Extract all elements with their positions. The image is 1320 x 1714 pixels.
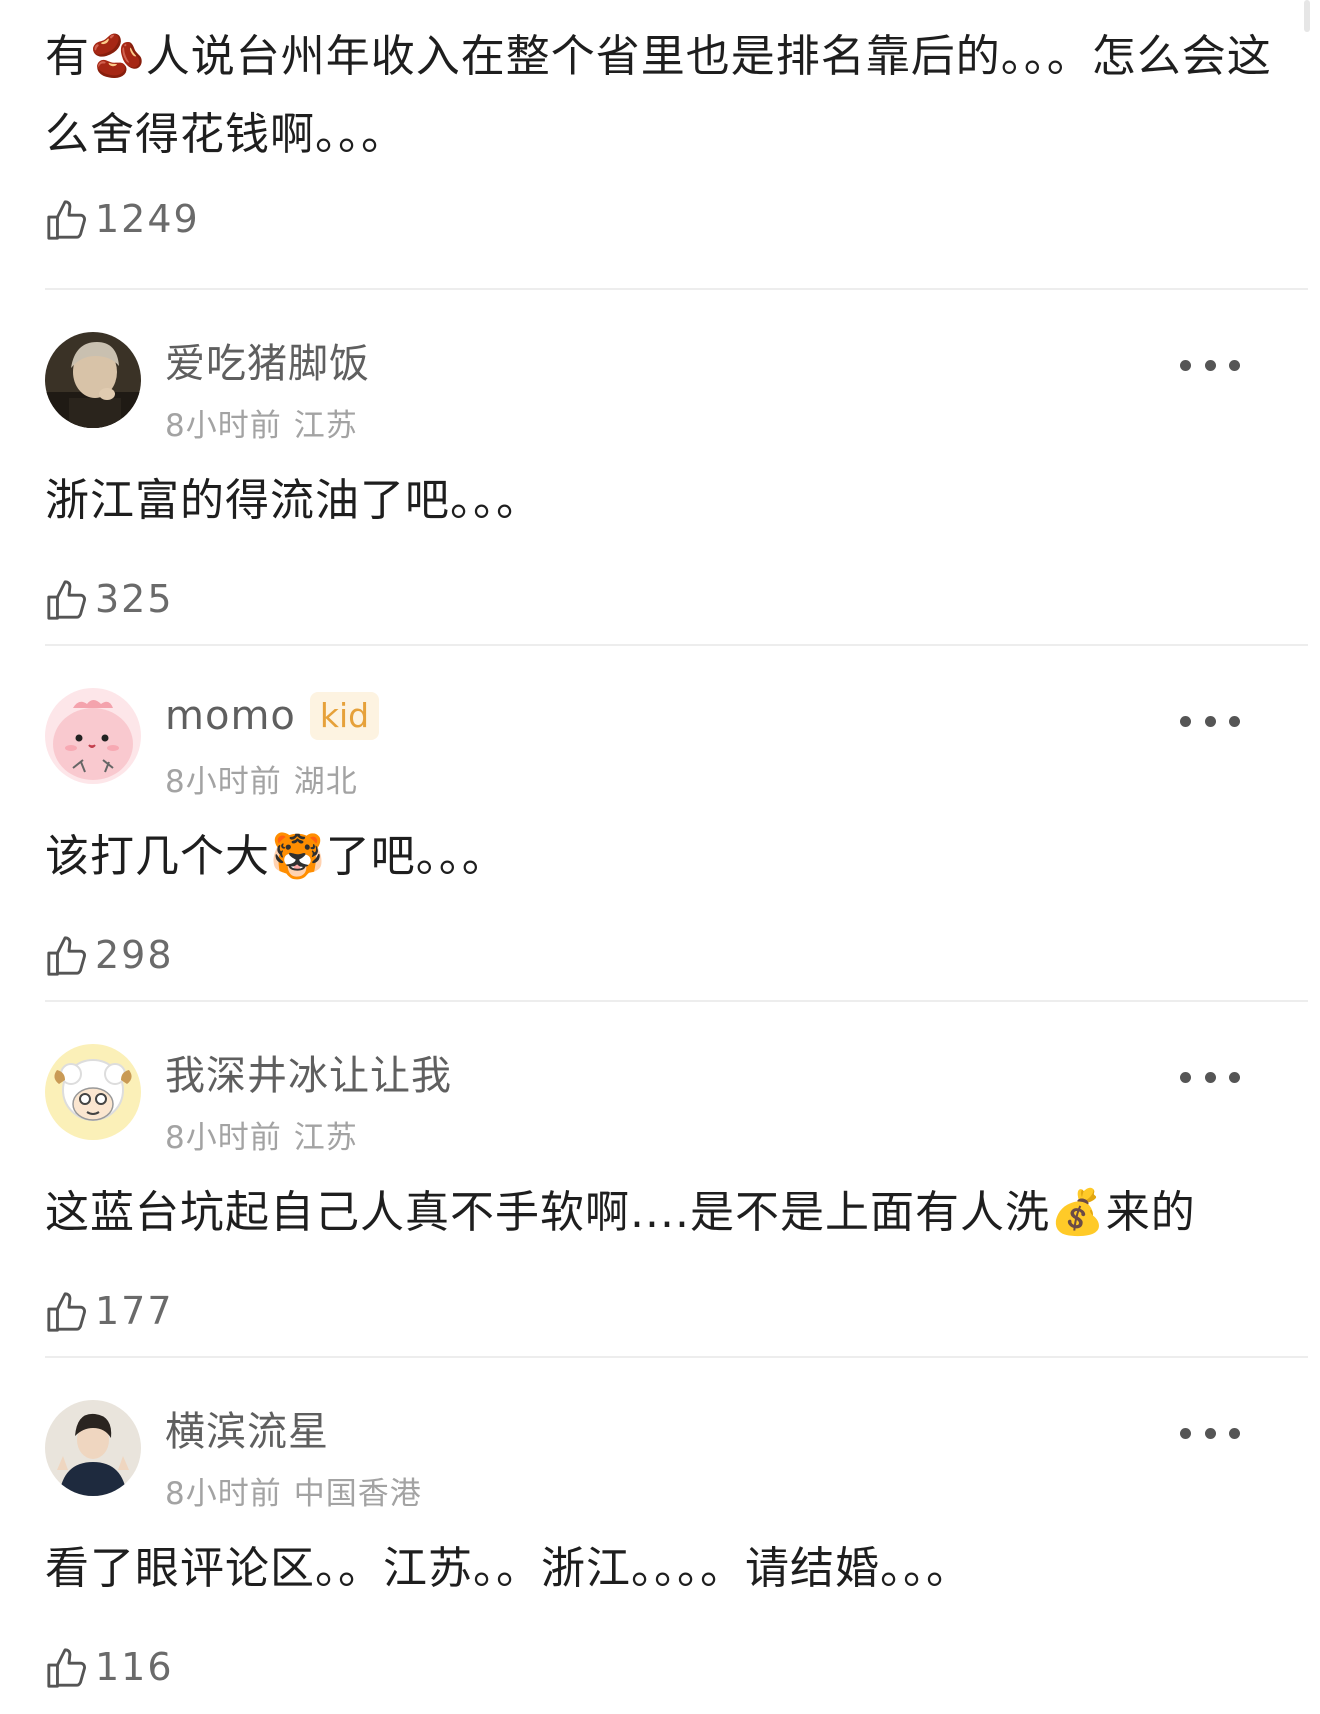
user-badge: kid [309, 692, 380, 740]
more-dot [1180, 359, 1191, 371]
more-dot [1204, 1071, 1216, 1083]
comment-item: 我深井冰让让我 8小时前 江苏 这蓝台坑起自己人真不手软啊....是不是上面有人洗… [0, 1002, 1320, 1358]
like-button[interactable]: 325 [45, 576, 174, 622]
like-count: 1249 [95, 197, 200, 241]
comment-text: 有🫘人说台州年收入在整个省里也是排名靠后的。。。怎么会这么舍得花钱啊。。。 [45, 31, 1272, 160]
more-dot [1229, 715, 1240, 727]
thumbs-up-icon [47, 936, 86, 976]
like-button[interactable]: 298 [45, 932, 174, 978]
comment-time: 8小时前 [165, 764, 282, 800]
comment-text: 看了眼评论区。。江苏。。浙江。。。。请结婚。。。 [45, 1543, 971, 1594]
comment-text: 该打几个大🐯了吧。。。 [45, 831, 507, 882]
comment-item: momo kid 8小时前 湖北 该打几个大🐯了吧。。。 298 [0, 646, 1320, 1002]
comment-meta: 8小时前 江苏 [165, 1112, 358, 1157]
comment-location: 江苏 [293, 408, 358, 444]
more-dot [1180, 1427, 1191, 1439]
avatar-photo-icon [45, 1400, 141, 1496]
comment-meta: 8小时前 中国香港 [165, 1468, 422, 1513]
more-button[interactable] [1180, 350, 1240, 380]
more-dot [1180, 715, 1191, 727]
more-dot [1204, 1427, 1216, 1439]
more-dot [1229, 1071, 1240, 1083]
comment-list: 有🫘人说台州年收入在整个省里也是排名靠后的。。。怎么会这么舍得花钱啊。。。 12… [0, 0, 1320, 1714]
comment-location: 湖北 [293, 764, 358, 800]
comment-item: 有🫘人说台州年收入在整个省里也是排名靠后的。。。怎么会这么舍得花钱啊。。。 12… [0, 0, 1320, 290]
comment-item: 横滨流星 8小时前 中国香港 看了眼评论区。。江苏。。浙江。。。。请结婚。。。 1… [0, 1358, 1320, 1714]
comment-meta: 8小时前 湖北 [165, 756, 358, 801]
more-dot [1180, 1071, 1191, 1083]
comment-location: 中国香港 [293, 1476, 422, 1512]
avatar-sheep-icon [45, 1044, 141, 1140]
more-dot [1229, 1427, 1240, 1439]
more-button[interactable] [1180, 1418, 1240, 1448]
comment-meta: 8小时前 江苏 [165, 400, 358, 445]
username[interactable]: 我深井冰让让我 [165, 1043, 452, 1101]
thumbs-up-icon [47, 1648, 86, 1688]
more-button[interactable] [1180, 1062, 1240, 1092]
comment-time: 8小时前 [165, 1476, 282, 1512]
like-count: 298 [95, 933, 174, 977]
comment-time: 8小时前 [165, 408, 282, 444]
like-button[interactable]: 116 [45, 1644, 174, 1690]
comment-location: 江苏 [293, 1120, 358, 1156]
avatar[interactable] [45, 1400, 141, 1496]
username[interactable]: 爱吃猪脚饭 [165, 331, 370, 389]
avatar[interactable] [45, 688, 141, 784]
username[interactable]: 横滨流星 [165, 1399, 329, 1457]
comment-time: 8小时前 [165, 1120, 282, 1156]
comment-text: 这蓝台坑起自己人真不手软啊....是不是上面有人洗💰来的 [45, 1187, 1196, 1238]
comment-text: 浙江富的得流油了吧。。。 [45, 475, 541, 526]
avatar-cartoon-pink-icon [45, 688, 141, 784]
thumbs-up-icon [47, 1292, 86, 1332]
like-count: 177 [95, 1289, 174, 1333]
like-button[interactable]: 1249 [45, 196, 200, 242]
comment-item: 爱吃猪脚饭 8小时前 江苏 浙江富的得流油了吧。。。 325 [0, 290, 1320, 646]
more-dot [1204, 715, 1216, 727]
thumbs-up-icon [47, 580, 86, 620]
avatar[interactable] [45, 1044, 141, 1140]
like-count: 116 [95, 1645, 174, 1689]
avatar-photo-icon [45, 332, 141, 428]
like-count: 325 [95, 577, 174, 621]
more-dot [1204, 359, 1216, 371]
avatar[interactable] [45, 332, 141, 428]
like-button[interactable]: 177 [45, 1288, 174, 1334]
thumbs-up-icon [47, 200, 86, 240]
more-dot [1229, 359, 1240, 371]
username[interactable]: momo [165, 693, 296, 739]
more-button[interactable] [1180, 706, 1240, 736]
